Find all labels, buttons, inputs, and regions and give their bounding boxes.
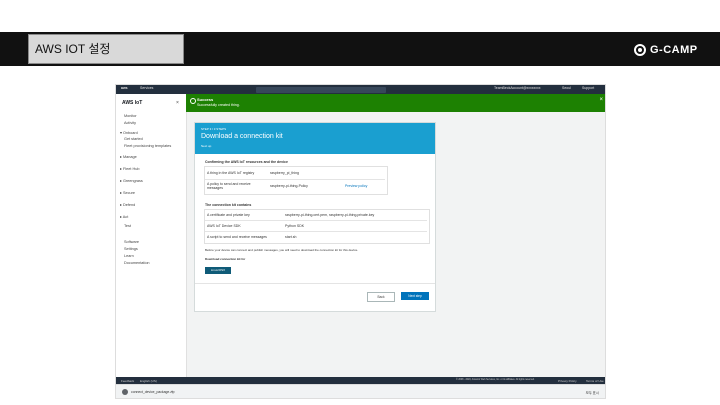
terms-link[interactable]: Terms of Use: [586, 379, 604, 383]
kit-sdk-label: AWS IoT Device SDK: [207, 224, 241, 228]
kit-cert-label: A certificate and private key: [207, 213, 250, 217]
sidebar-item-label: Secure: [122, 191, 135, 195]
gear-icon: [634, 44, 646, 56]
preview-policy-link[interactable]: Preview policy: [345, 184, 367, 188]
sidebar-item-fleet-hub[interactable]: ▸ Fleet Hub: [120, 166, 139, 171]
divider: [205, 231, 427, 232]
region-menu[interactable]: Seoul: [562, 86, 571, 90]
sidebar-item-onboard[interactable]: ▾ Onboard: [120, 130, 138, 135]
sidebar-item-secure[interactable]: ▸ Secure: [120, 190, 135, 195]
sidebar-item-settings[interactable]: Settings: [124, 247, 138, 251]
row-thing-label: A thing in the AWS IoT registry: [207, 171, 255, 175]
main-content: STEP 3 / 3 STEPS Download a connection k…: [186, 112, 605, 377]
row-policy-value: raspberry-pi-thing-Policy: [270, 184, 308, 188]
kit-script-value: start.sh: [285, 235, 297, 239]
divider: [205, 220, 427, 221]
brand-logo: G-CAMP: [634, 42, 698, 58]
sidebar-item-test[interactable]: Test: [124, 224, 131, 228]
card-header: STEP 3 / 3 STEPS Download a connection k…: [195, 123, 435, 154]
file-icon: [122, 389, 128, 395]
sidebar-title: AWS IoT: [122, 100, 143, 106]
sidebar-item-defend[interactable]: ▸ Defend: [120, 202, 135, 207]
row-policy-label: A policy to send and receive messages: [207, 182, 251, 190]
sidebar-item-greengrass[interactable]: ▸ Greengrass: [120, 178, 143, 183]
brand-name: G-CAMP: [650, 44, 698, 56]
copyright-text: © 2008 - 2020, Amazon Web Services, Inc.…: [456, 378, 535, 381]
slide-title: AWS IOT 설정: [28, 34, 184, 64]
support-menu[interactable]: Support: [582, 86, 594, 90]
aws-logo: aws: [121, 86, 128, 90]
check-circle-icon: [190, 98, 196, 104]
account-menu[interactable]: TeamBeckAccount@xxxxxxxx: [494, 86, 541, 90]
show-all-button[interactable]: 모두 표시: [586, 390, 599, 395]
console-footer: Feedback English (US) © 2008 - 2020, Ama…: [116, 377, 605, 384]
sidebar-item-get-started[interactable]: Get started: [124, 137, 143, 141]
next-step-button[interactable]: Next step: [401, 292, 429, 300]
privacy-link[interactable]: Privacy Policy: [558, 379, 577, 383]
success-banner: Success Successfully created thing. ×: [186, 94, 605, 112]
language-select[interactable]: English (US): [140, 379, 157, 383]
kit-cert-value: raspberry-pi-thing.cert.pem, raspberry-p…: [285, 213, 375, 217]
services-menu[interactable]: Services: [140, 86, 153, 90]
downloaded-file[interactable]: connect_device_package.zip: [131, 390, 175, 394]
console-screenshot: aws Services TeamBeckAccount@xxxxxxxx Se…: [115, 84, 606, 399]
sidebar-item-learn[interactable]: Learn: [124, 254, 134, 258]
kit-sdk-value: Python SDK: [285, 224, 305, 228]
connection-kit-card: STEP 3 / 3 STEPS Download a connection k…: [194, 122, 436, 312]
sidebar-item-label: Defend: [122, 203, 136, 207]
step-breadcrumb: STEP 3 / 3 STEPS: [201, 127, 227, 131]
section-kit-heading: The connection kit contains: [205, 203, 252, 207]
sidebar-item-monitor[interactable]: Monitor: [124, 114, 137, 118]
section-resources-heading: Confirming the AWS IoT resources and the…: [205, 160, 288, 164]
sidebar-item-act[interactable]: ▸ Act: [120, 214, 128, 219]
console-topbar: aws Services TeamBeckAccount@xxxxxxxx Se…: [116, 85, 605, 94]
row-thing-value: raspberry_pi_thing: [270, 171, 299, 175]
sidebar-item-manage[interactable]: ▸ Manage: [120, 154, 137, 159]
kit-script-label: A script to send and receive messages: [207, 235, 267, 239]
download-label: Download connection kit for: [205, 257, 246, 261]
sidebar-item-label: Act: [122, 215, 129, 219]
sidebar-item-label: Onboard: [122, 131, 138, 135]
download-linux-button[interactable]: Linux/OSX: [205, 267, 231, 274]
card-subtitle: Next up: [201, 144, 212, 148]
banner-message: Successfully created thing.: [197, 103, 240, 107]
back-button[interactable]: Back: [367, 292, 395, 302]
divider: [195, 283, 435, 284]
sidebar-item-documentation[interactable]: Documentation: [124, 261, 150, 265]
search-input[interactable]: [256, 86, 386, 93]
sidebar-item-activity[interactable]: Activity: [124, 121, 136, 125]
sidebar-item-fleet-provisioning[interactable]: Fleet provisioning templates: [124, 144, 171, 148]
sidebar-item-label: Greengrass: [122, 179, 143, 183]
close-icon[interactable]: ×: [599, 97, 603, 103]
browser-download-bar: connect_device_package.zip ^ 모두 표시: [116, 384, 605, 398]
divider: [205, 179, 385, 180]
sidebar-item-software[interactable]: Software: [124, 240, 139, 244]
chevron-up-icon[interactable]: ^: [171, 389, 173, 394]
close-icon[interactable]: ×: [176, 100, 179, 106]
sidebar: AWS IoT × Monitor Activity ▾ Onboard Get…: [116, 94, 187, 377]
banner-title: Success: [197, 97, 214, 102]
sidebar-item-label: Fleet Hub: [122, 167, 140, 171]
feedback-link[interactable]: Feedback: [121, 379, 134, 383]
sidebar-item-label: Manage: [122, 155, 137, 159]
card-title: Download a connection kit: [201, 133, 283, 140]
download-note: Before your device can connect and publi…: [205, 248, 359, 252]
